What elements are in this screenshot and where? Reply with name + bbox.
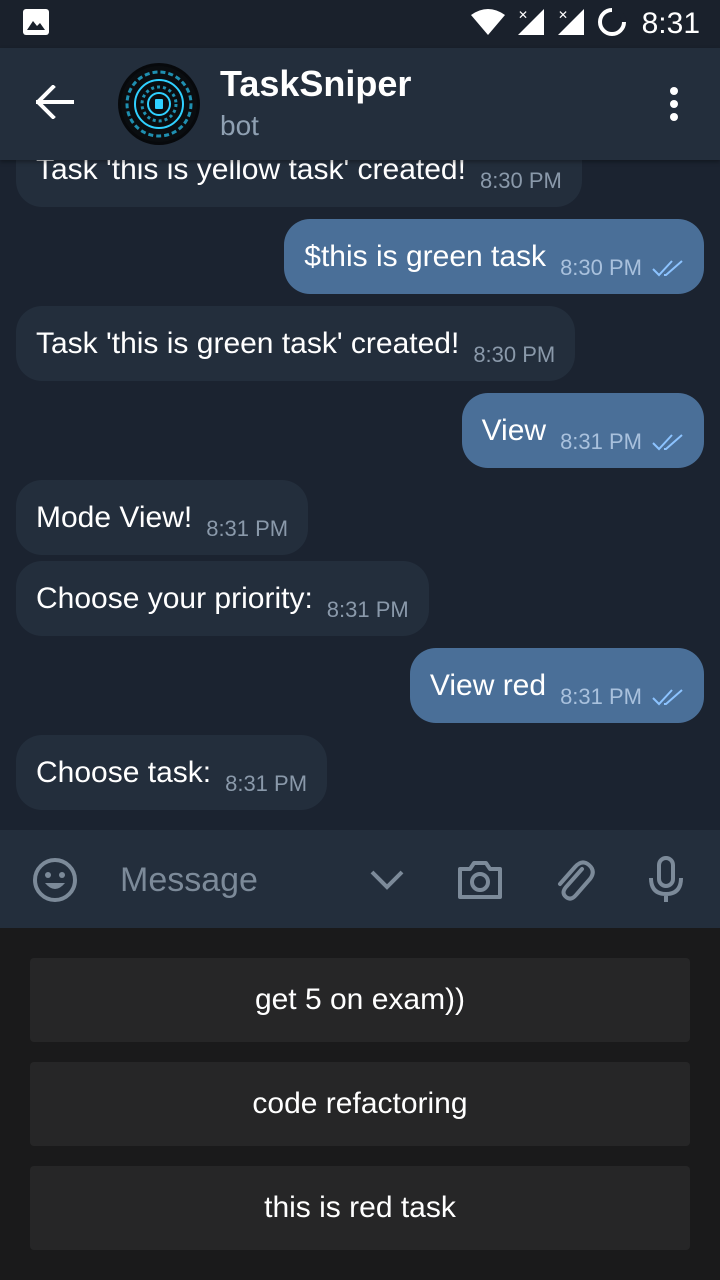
back-button[interactable] [0, 48, 110, 160]
keyboard-button[interactable]: get 5 on exam)) [30, 958, 690, 1042]
battery-icon [596, 6, 628, 43]
message-outgoing[interactable]: View 8:31 PM [461, 393, 704, 468]
message-text: $this is green task [304, 239, 547, 273]
chevron-down-icon[interactable] [363, 856, 411, 904]
signal-icon: ✕ [556, 7, 586, 42]
message-time: 8:30 PM [560, 254, 642, 280]
message-text: Choose task: [36, 755, 212, 789]
avatar[interactable] [118, 63, 200, 145]
message-input[interactable] [120, 858, 350, 902]
more-vertical-icon [668, 86, 680, 127]
message-incoming[interactable]: Task 'this is yellow task' created! 8:30… [16, 160, 582, 207]
message-text: View red [429, 668, 547, 702]
message-outgoing[interactable]: View red 8:31 PM [409, 648, 704, 723]
chat-subtitle: bot [220, 110, 259, 141]
more-menu-button[interactable] [654, 86, 694, 126]
message-text: Task 'this is green task' created! [36, 326, 460, 360]
signal-icon: ✕ [516, 7, 546, 42]
message-time: 8:31 PM [206, 515, 289, 541]
message-incoming[interactable]: Task 'this is green task' created! 8:30 … [16, 306, 576, 381]
message-text: Choose your priority: [36, 581, 313, 615]
status-time: 8:31 [641, 7, 700, 40]
keyboard-button[interactable]: this is red task [30, 1166, 690, 1250]
chat-header: TaskSniper bot [0, 48, 720, 160]
message-text: View [481, 413, 547, 447]
message-text: Task 'this is yellow task' created! [36, 160, 466, 186]
read-check-icon [652, 259, 684, 277]
svg-text:✕: ✕ [558, 8, 568, 22]
svg-text:✕: ✕ [518, 8, 528, 22]
emoji-icon[interactable] [31, 856, 79, 904]
message-time: 8:30 PM [473, 341, 556, 367]
read-check-icon [652, 688, 684, 706]
chat-title[interactable]: TaskSniper [220, 64, 411, 104]
microphone-icon[interactable] [642, 856, 690, 904]
bot-logo-icon [121, 66, 197, 142]
message-composer [0, 830, 720, 928]
camera-icon[interactable] [456, 856, 504, 904]
wifi-icon [470, 7, 506, 42]
status-bar: ✕ ✕ 8:31 [0, 0, 720, 48]
message-time: 8:31 PM [225, 770, 308, 796]
message-time: 8:31 PM [560, 683, 642, 709]
image-icon [22, 8, 50, 41]
paperclip-icon[interactable] [550, 856, 598, 904]
message-incoming[interactable]: Mode View! 8:31 PM [16, 480, 309, 555]
keyboard-button[interactable]: code refactoring [30, 1062, 690, 1146]
message-time: 8:30 PM [479, 167, 562, 193]
bot-keyboard: get 5 on exam)) code refactoring this is… [0, 928, 720, 1280]
arrow-left-icon [35, 83, 74, 124]
message-time: 8:31 PM [326, 596, 409, 622]
read-check-icon [652, 433, 684, 451]
message-outgoing[interactable]: $this is green task 8:30 PM [284, 219, 704, 294]
message-time: 8:31 PM [560, 428, 642, 454]
message-incoming[interactable]: Choose your priority: 8:31 PM [16, 561, 429, 636]
message-list[interactable]: Task 'this is yellow task' created! 8:30… [0, 160, 720, 830]
message-incoming[interactable]: Choose task: 8:31 PM [16, 735, 328, 810]
message-text: Mode View! [36, 500, 193, 534]
